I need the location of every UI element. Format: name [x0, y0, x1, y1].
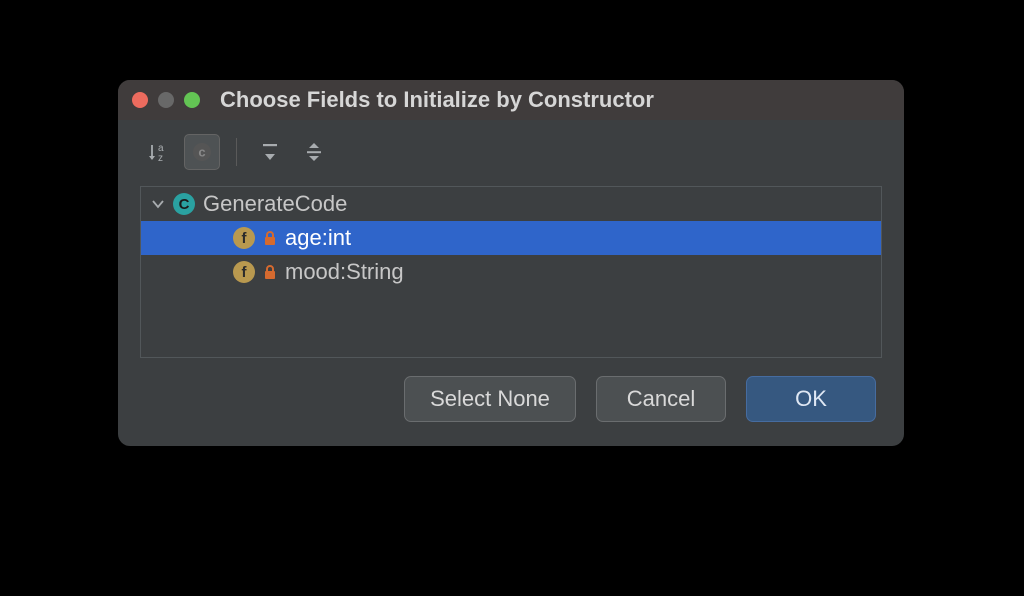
titlebar: Choose Fields to Initialize by Construct…	[118, 80, 904, 120]
minimize-icon[interactable]	[158, 92, 174, 108]
tree-field-row[interactable]: f age:int	[141, 221, 881, 255]
toolbar: a z c	[118, 120, 904, 180]
chevron-down-icon	[151, 197, 165, 211]
field-label: mood:String	[285, 259, 404, 285]
collapse-all-icon	[303, 141, 325, 163]
toolbar-separator	[236, 138, 237, 166]
class-name: GenerateCode	[203, 191, 347, 217]
lock-icon	[263, 230, 277, 246]
show-classes-button[interactable]: c	[184, 134, 220, 170]
field-label: age:int	[285, 225, 351, 251]
class-circle-icon: c	[191, 141, 213, 163]
class-icon: C	[173, 193, 195, 215]
tree-field-row[interactable]: f mood:String	[141, 255, 881, 289]
dialog: Choose Fields to Initialize by Construct…	[118, 80, 904, 446]
ok-button[interactable]: OK	[746, 376, 876, 422]
field-icon: f	[233, 227, 255, 249]
select-none-button[interactable]: Select None	[404, 376, 576, 422]
expand-all-button[interactable]	[253, 135, 287, 169]
field-icon: f	[233, 261, 255, 283]
cancel-button[interactable]: Cancel	[596, 376, 726, 422]
sort-alpha-button[interactable]: a z	[140, 135, 174, 169]
button-bar: Select None Cancel OK	[118, 376, 904, 446]
collapse-all-button[interactable]	[297, 135, 331, 169]
svg-text:c: c	[198, 145, 205, 160]
dialog-title: Choose Fields to Initialize by Construct…	[220, 87, 654, 113]
svg-text:z: z	[158, 153, 163, 163]
expand-all-icon	[259, 141, 281, 163]
field-tree: C GenerateCode f age:int f mood:String	[140, 186, 882, 358]
sort-alpha-icon: a z	[146, 141, 168, 163]
maximize-icon[interactable]	[184, 92, 200, 108]
lock-icon	[263, 264, 277, 280]
tree-class-row[interactable]: C GenerateCode	[141, 187, 881, 221]
close-icon[interactable]	[132, 92, 148, 108]
